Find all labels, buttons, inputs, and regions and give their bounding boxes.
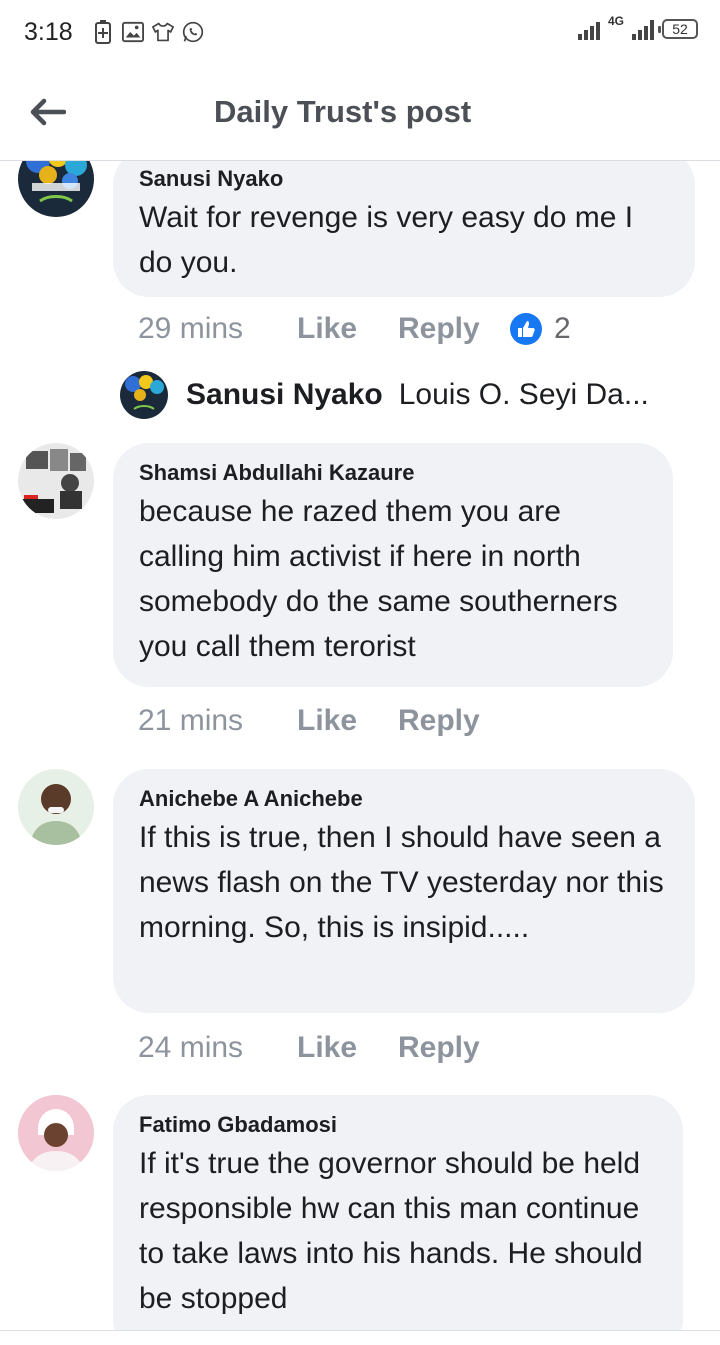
reply-snippet: Louis O. Seyi Da... <box>398 378 649 411</box>
reaction-count: 2 <box>554 312 571 345</box>
app-header: Daily Trust's post <box>0 64 720 161</box>
avatar <box>120 371 168 419</box>
whatsapp-icon <box>182 20 204 44</box>
reply-button[interactable]: Reply <box>398 1031 510 1065</box>
comment-text: If this is true, then I should have seen… <box>139 821 664 944</box>
reply-button[interactable]: Reply <box>398 704 510 738</box>
cell-signal-icon <box>632 18 654 40</box>
comment-text: If it's true the governor should be held… <box>139 1147 643 1315</box>
shirt-icon <box>152 20 174 44</box>
status-bar: 3:18 4G 52 <box>0 0 720 64</box>
comment-bubble[interactable]: Fatimo Gbadamosi If it's true the govern… <box>113 1095 683 1344</box>
reply-preview[interactable]: Sanusi Nyako Louis O. Seyi Da... <box>120 371 649 419</box>
battery-level: 52 <box>672 21 688 37</box>
comment-time[interactable]: 21 mins <box>138 704 297 738</box>
page-title: Daily Trust's post <box>214 94 472 129</box>
notification-icons <box>92 20 204 44</box>
comment-actions: 29 mins Like Reply 2 <box>138 312 571 346</box>
system-icons: 4G 52 <box>577 14 698 40</box>
comment-bubble[interactable]: Anichebe A Anichebe If this is true, the… <box>113 769 695 1013</box>
like-button[interactable]: Like <box>297 704 398 738</box>
comments-list[interactable]: Sanusi Nyako Wait for revenge is very ea… <box>0 161 720 1344</box>
arrow-left-icon <box>30 98 66 126</box>
reply-button[interactable]: Reply <box>398 312 510 346</box>
comment-author[interactable]: Anichebe A Anichebe <box>139 785 669 813</box>
comment-author[interactable]: Sanusi Nyako <box>139 165 669 193</box>
gallery-icon <box>122 20 144 44</box>
comment-time[interactable]: 24 mins <box>138 1031 297 1065</box>
battery-icon: 52 <box>658 19 698 39</box>
comment-bubble[interactable]: Shamsi Abdullahi Kazaure because he raze… <box>113 443 673 687</box>
comment-text: Wait for revenge is very easy do me I do… <box>139 201 634 279</box>
reply-author: Sanusi Nyako <box>186 378 383 411</box>
comment-actions: 24 mins Like Reply <box>138 1031 510 1065</box>
battery-saver-icon <box>92 20 114 44</box>
back-button[interactable] <box>24 88 72 136</box>
like-button[interactable]: Like <box>297 312 398 346</box>
avatar[interactable] <box>18 1095 94 1171</box>
bottom-divider <box>0 1330 720 1345</box>
comment-actions: 21 mins Like Reply <box>138 704 510 738</box>
comment-bubble[interactable]: Sanusi Nyako Wait for revenge is very ea… <box>113 161 695 297</box>
comment-text: because he razed them you are calling hi… <box>139 495 618 663</box>
avatar[interactable] <box>18 443 94 519</box>
comment-author[interactable]: Fatimo Gbadamosi <box>139 1111 657 1139</box>
wifi-signal-icon <box>577 18 600 40</box>
status-time: 3:18 <box>24 18 73 46</box>
comment-time[interactable]: 29 mins <box>138 312 297 346</box>
avatar[interactable] <box>18 769 94 845</box>
reaction-summary[interactable]: 2 <box>510 312 571 346</box>
comment-author[interactable]: Shamsi Abdullahi Kazaure <box>139 459 647 487</box>
thumbs-up-icon <box>510 313 542 345</box>
avatar[interactable] <box>18 161 94 217</box>
network-type: 4G <box>607 14 624 28</box>
like-button[interactable]: Like <box>297 1031 398 1065</box>
